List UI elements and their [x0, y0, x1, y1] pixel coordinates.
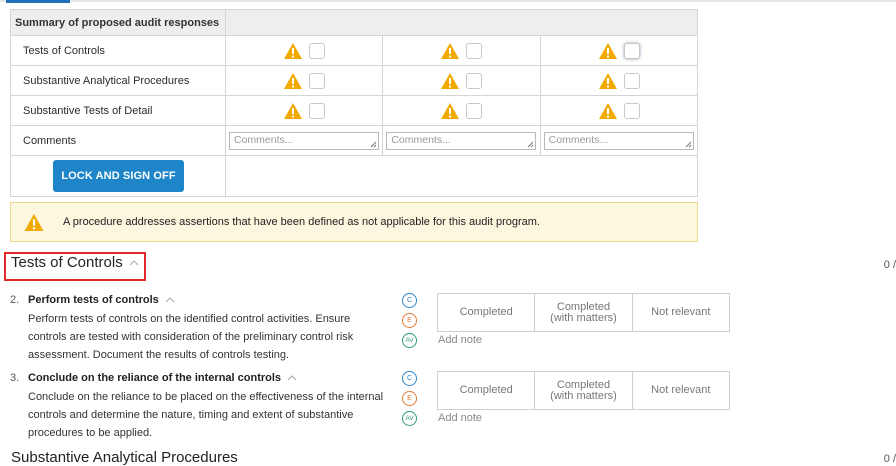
warning-icon	[441, 72, 460, 89]
procedure-description: Conclude on the reliance to be placed on…	[28, 391, 384, 439]
resize-grip-icon[interactable]	[527, 141, 534, 148]
summary-row-comments: Comments Comments... Comments... Comment…	[10, 125, 699, 156]
option-label: Completed (with matters)	[550, 300, 617, 324]
lock-and-sign-off-button[interactable]: LOCK AND SIGN OFF	[53, 160, 184, 192]
procedure-title[interactable]: Perform tests of controls	[28, 294, 175, 306]
status-completed-option[interactable]: Completed	[438, 294, 536, 331]
summary-header-fill	[225, 9, 698, 36]
row-label: Tests of Controls	[10, 35, 226, 66]
response-checkbox[interactable]	[623, 42, 640, 59]
add-note-link[interactable]: Add note	[438, 334, 482, 346]
response-checkbox[interactable]	[466, 72, 483, 89]
section-count: 0 /	[883, 453, 896, 465]
assertion-badge-c: C	[402, 371, 417, 386]
warning-icon	[598, 42, 617, 59]
response-checkbox[interactable]	[309, 72, 326, 89]
section-header-substantive-analytical[interactable]: Substantive Analytical Procedures	[11, 449, 238, 466]
comments-placeholder: Comments...	[391, 133, 451, 146]
comments-textarea[interactable]: Comments...	[543, 131, 694, 150]
row-label: Substantive Tests of Detail	[10, 95, 226, 126]
audit-responses-summary-table: Summary of proposed audit responses Test…	[10, 9, 699, 197]
status-completed-with-matters-option[interactable]: Completed (with matters)	[535, 294, 633, 331]
response-checkbox[interactable]	[309, 102, 326, 119]
response-checkbox[interactable]	[623, 72, 640, 89]
section-title: Tests of Controls	[11, 254, 123, 271]
summary-row-tests-of-controls: Tests of Controls	[10, 35, 699, 66]
assertion-badge-av: AV	[402, 411, 417, 426]
response-checkbox[interactable]	[466, 42, 483, 59]
response-checkbox[interactable]	[623, 102, 640, 119]
status-not-relevant-option[interactable]: Not relevant	[633, 372, 729, 409]
chevron-up-icon[interactable]	[129, 259, 139, 266]
comments-textarea[interactable]: Comments...	[229, 131, 379, 150]
status-not-relevant-option[interactable]: Not relevant	[633, 294, 729, 331]
comments-placeholder: Comments...	[548, 133, 609, 146]
row-label: Substantive Analytical Procedures	[10, 65, 226, 96]
procedure-number: 3.	[10, 372, 20, 384]
procedure-description: Perform tests of controls on the identif…	[28, 313, 354, 361]
warning-icon	[284, 72, 303, 89]
chevron-up-icon[interactable]	[287, 375, 297, 381]
warning-icon	[598, 102, 617, 119]
top-divider	[0, 0, 896, 2]
option-label: Completed (with matters)	[550, 378, 617, 402]
summary-row-substantive-tests-of-detail: Substantive Tests of Detail	[10, 95, 699, 126]
resize-grip-icon[interactable]	[685, 141, 692, 148]
procedure-number: 2.	[10, 294, 20, 306]
assertion-badge-e: E	[402, 313, 417, 328]
procedure-title[interactable]: Conclude on the reliance of the internal…	[28, 372, 297, 384]
assertion-badge-av: AV	[402, 333, 417, 348]
status-completed-option[interactable]: Completed	[438, 372, 536, 409]
procedure-status-options: Completed Completed (with matters) Not r…	[437, 371, 730, 410]
add-note-link[interactable]: Add note	[438, 412, 482, 424]
warning-icon	[284, 102, 303, 119]
procedure-title-text: Conclude on the reliance of the internal…	[28, 372, 282, 384]
row-label: Comments	[10, 125, 226, 156]
banner-text: A procedure addresses assertions that ha…	[63, 216, 540, 228]
assertion-badge-e: E	[402, 391, 417, 406]
response-checkbox[interactable]	[466, 102, 483, 119]
warning-icon	[441, 42, 460, 59]
active-tab-indicator	[6, 0, 70, 3]
warning-icon	[284, 42, 303, 59]
warning-icon	[441, 102, 460, 119]
summary-row-substantive-analytical: Substantive Analytical Procedures	[10, 65, 699, 96]
summary-row-sign-off: LOCK AND SIGN OFF	[10, 155, 698, 197]
warning-icon	[598, 72, 617, 89]
chevron-up-icon[interactable]	[165, 297, 175, 303]
not-applicable-warning-banner: A procedure addresses assertions that ha…	[10, 202, 698, 242]
procedure-status-options: Completed Completed (with matters) Not r…	[437, 293, 730, 332]
resize-grip-icon[interactable]	[370, 141, 377, 148]
comments-textarea[interactable]: Comments...	[386, 131, 537, 150]
summary-header-row: Summary of proposed audit responses	[10, 9, 698, 36]
warning-icon	[24, 213, 44, 231]
section-count: 0 /	[883, 259, 896, 271]
section-header-tests-of-controls[interactable]: Tests of Controls	[11, 254, 139, 271]
procedure-title-text: Perform tests of controls	[28, 294, 159, 306]
status-completed-with-matters-option[interactable]: Completed (with matters)	[535, 372, 633, 409]
response-checkbox[interactable]	[309, 42, 326, 59]
summary-header: Summary of proposed audit responses	[10, 9, 226, 36]
assertion-badge-c: C	[402, 293, 417, 308]
comments-placeholder: Comments...	[234, 133, 294, 146]
